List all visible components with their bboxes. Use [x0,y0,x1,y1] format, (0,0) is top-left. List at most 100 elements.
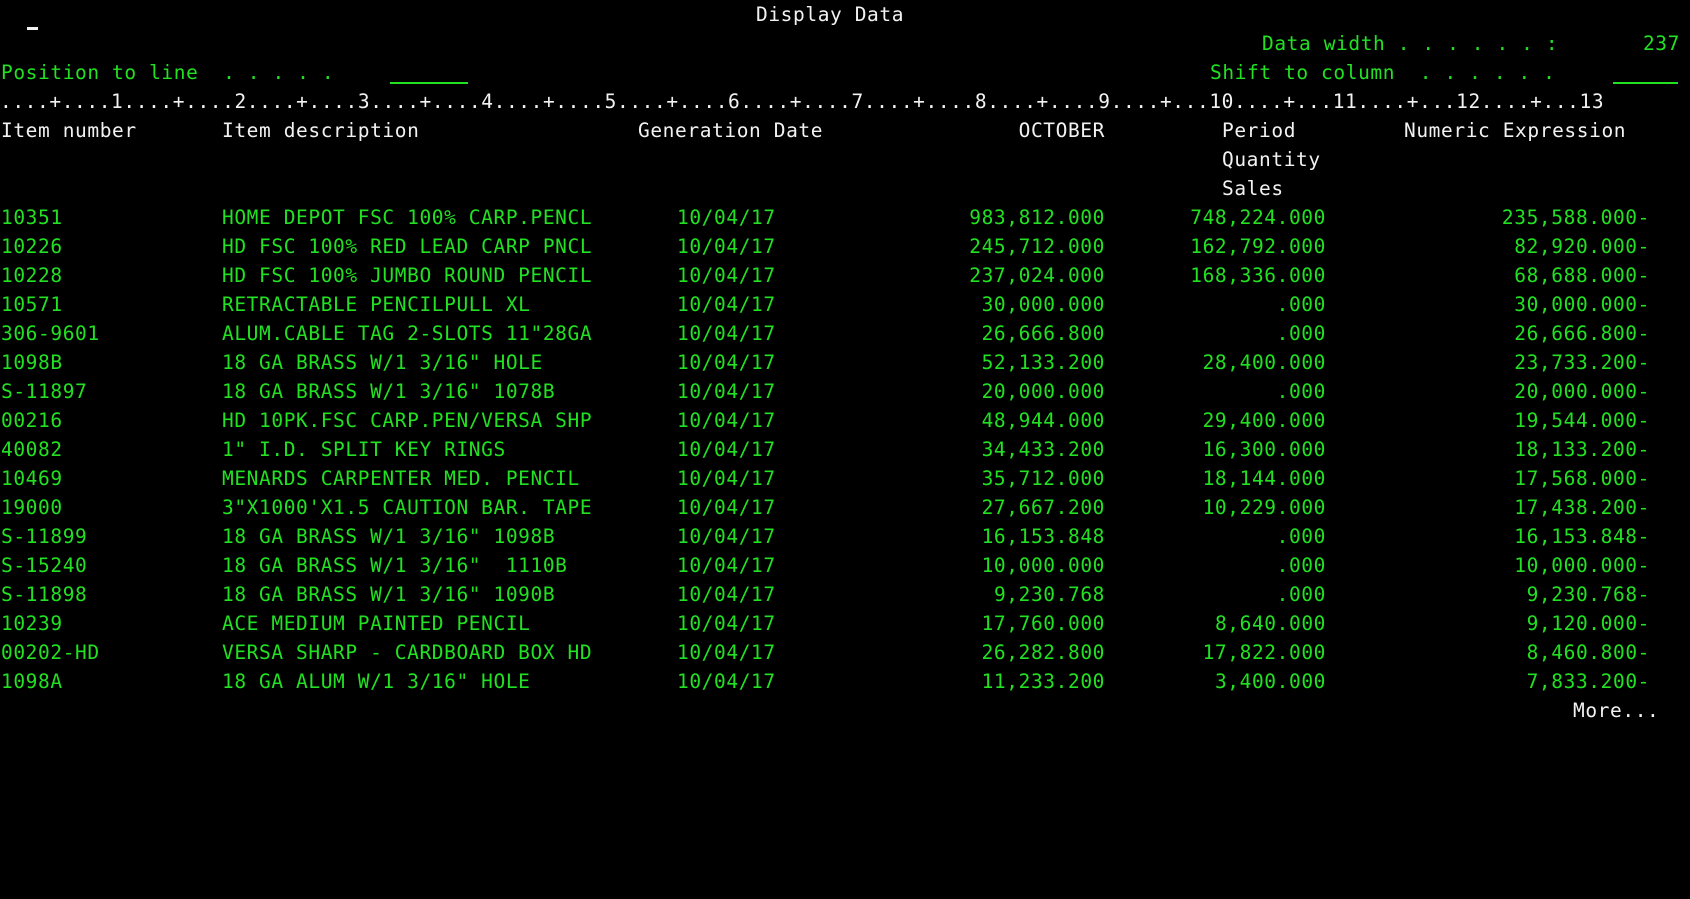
cell-period-quantity-sales: 748,224.000 [1190,206,1326,229]
cell-item-description: ACE MEDIUM PAINTED PENCIL [222,612,531,635]
cell-numeric-expression: 18,133.200- [1514,438,1650,461]
cell-generation-date: 10/04/17 [677,525,776,548]
cell-numeric-expression: 10,000.000- [1514,554,1650,577]
cell-generation-date: 10/04/17 [677,496,776,519]
column-ruler: ....+....1....+....2....+....3....+....4… [0,90,1605,113]
cell-period-quantity-sales: .000 [1276,583,1326,606]
cell-october: 10,000.000 [981,554,1105,577]
cell-item-description: HD 10PK.FSC CARP.PEN/VERSA SHP [222,409,593,432]
cell-item-number: 10351 [1,206,63,229]
cell-numeric-expression: 82,920.000- [1514,235,1650,258]
cell-october: 34,433.200 [981,438,1105,461]
cell-period-quantity-sales: .000 [1276,554,1326,577]
cell-item-number: 00202-HD [1,641,100,664]
cell-numeric-expression: 30,000.000- [1514,293,1650,316]
table-row: 10239 ACE MEDIUM PAINTED PENCIL 10/04/17… [0,609,1690,638]
header-numeric-expression: Numeric Expression [1404,119,1627,142]
cell-generation-date: 10/04/17 [677,380,776,403]
header-generation-date: Generation Date [638,119,824,142]
header-row-2: Quantity [0,145,1690,174]
cell-numeric-expression: 16,153.848- [1514,525,1650,548]
cell-numeric-expression: 26,666.800- [1514,322,1650,345]
cell-period-quantity-sales: 168,336.000 [1190,264,1326,287]
table-row: 10226 HD FSC 100% RED LEAD CARP PNCL 10/… [0,232,1690,261]
cell-generation-date: 10/04/17 [677,351,776,374]
cell-october: 237,024.000 [969,264,1105,287]
cell-october: 20,000.000 [981,380,1105,403]
cell-item-description: 18 GA BRASS W/1 3/16" 1090B [222,583,556,606]
cell-generation-date: 10/04/17 [677,641,776,664]
cell-item-description: RETRACTABLE PENCILPULL XL [222,293,531,316]
cell-item-number: 40082 [1,438,63,461]
cell-numeric-expression: 20,000.000- [1514,380,1650,403]
header-row-3: Sales [0,174,1690,203]
cell-period-quantity-sales: 17,822.000 [1202,641,1326,664]
cell-october: 17,760.000 [981,612,1105,635]
terminal-screen: Display Data Data width . . . . . . : 23… [0,0,1690,725]
cell-item-number: S-11899 [1,525,88,548]
data-width-value: 237 [1642,32,1680,55]
cell-period-quantity-sales: 18,144.000 [1202,467,1326,490]
cell-generation-date: 10/04/17 [677,583,776,606]
header-period-line2: Quantity [1222,148,1321,171]
cell-item-description: HD FSC 100% JUMBO ROUND PENCIL [222,264,593,287]
cell-generation-date: 10/04/17 [677,467,776,490]
cell-item-description: 18 GA BRASS W/1 3/16" HOLE [222,351,543,374]
table-row: 10228 HD FSC 100% JUMBO ROUND PENCIL 10/… [0,261,1690,290]
position-row: Position to line . . . . . Shift to colu… [0,58,1690,87]
cell-numeric-expression: 68,688.000- [1514,264,1650,287]
cell-october: 26,666.800 [981,322,1105,345]
table-row: 00202-HD VERSA SHARP - CARDBOARD BOX HD … [0,638,1690,667]
position-to-line-label: Position to line . . . . . [1,61,335,84]
shift-to-column-input[interactable] [1613,58,1678,87]
cell-generation-date: 10/04/17 [677,322,776,345]
cell-item-description: VERSA SHARP - CARDBOARD BOX HD [222,641,593,664]
title-row: Display Data [0,0,1690,29]
cell-period-quantity-sales: 10,229.000 [1202,496,1326,519]
table-row: 10469 MENARDS CARPENTER MED. PENCIL 10/0… [0,464,1690,493]
cell-item-description: 1" I.D. SPLIT KEY RINGS [222,438,506,461]
cell-period-quantity-sales: .000 [1276,380,1326,403]
more-indicator: More... [1573,699,1660,722]
more-row: More... [0,696,1690,725]
screen-title: Display Data [756,3,905,26]
table-row: 1098A 18 GA ALUM W/1 3/16" HOLE 10/04/17… [0,667,1690,696]
cell-item-number: 10239 [1,612,63,635]
table-row: 00216 HD 10PK.FSC CARP.PEN/VERSA SHP 10/… [0,406,1690,435]
table-row: 306-9601 ALUM.CABLE TAG 2-SLOTS 11"28GA … [0,319,1690,348]
cell-period-quantity-sales: .000 [1276,525,1326,548]
position-to-line-input[interactable] [390,58,468,87]
cell-item-description: HOME DEPOT FSC 100% CARP.PENCL [222,206,593,229]
cell-item-description: HD FSC 100% RED LEAD CARP PNCL [222,235,593,258]
table-row: 40082 1" I.D. SPLIT KEY RINGS 10/04/17 3… [0,435,1690,464]
cell-october: 16,153.848 [981,525,1105,548]
cell-numeric-expression: 19,544.000- [1514,409,1650,432]
cell-period-quantity-sales: 3,400.000 [1214,670,1326,693]
shift-to-column-label: Shift to column . . . . . . [1210,61,1556,84]
cell-item-number: 10571 [1,293,63,316]
table-row: S-15240 18 GA BRASS W/1 3/16" 1110B 10/0… [0,551,1690,580]
cell-october: 27,667.200 [981,496,1105,519]
table-row: S-11899 18 GA BRASS W/1 3/16" 1098B 10/0… [0,522,1690,551]
table-row: S-11897 18 GA BRASS W/1 3/16" 1078B 10/0… [0,377,1690,406]
cell-period-quantity-sales: 28,400.000 [1202,351,1326,374]
cell-item-description: 18 GA BRASS W/1 3/16" 1078B [222,380,556,403]
cell-numeric-expression: 17,438.200- [1514,496,1650,519]
cell-period-quantity-sales: 16,300.000 [1202,438,1326,461]
cell-numeric-expression: 235,588.000- [1501,206,1650,229]
cell-item-description: 18 GA BRASS W/1 3/16" 1110B [222,554,568,577]
table-row: 1098B 18 GA BRASS W/1 3/16" HOLE 10/04/1… [0,348,1690,377]
table-row: 19000 3"X1000'X1.5 CAUTION BAR. TAPE 10/… [0,493,1690,522]
cell-item-number: 19000 [1,496,63,519]
cell-october: 30,000.000 [981,293,1105,316]
cell-numeric-expression: 23,733.200- [1514,351,1650,374]
cell-generation-date: 10/04/17 [677,293,776,316]
cell-numeric-expression: 8,460.800- [1526,641,1650,664]
cell-item-number: S-11898 [1,583,88,606]
cell-period-quantity-sales: 162,792.000 [1190,235,1326,258]
cell-period-quantity-sales: 8,640.000 [1214,612,1326,635]
header-item-number: Item number [1,119,137,142]
table-row: S-11898 18 GA BRASS W/1 3/16" 1090B 10/0… [0,580,1690,609]
cell-item-description: 18 GA BRASS W/1 3/16" 1098B [222,525,556,548]
cell-item-description: 18 GA ALUM W/1 3/16" HOLE [222,670,531,693]
